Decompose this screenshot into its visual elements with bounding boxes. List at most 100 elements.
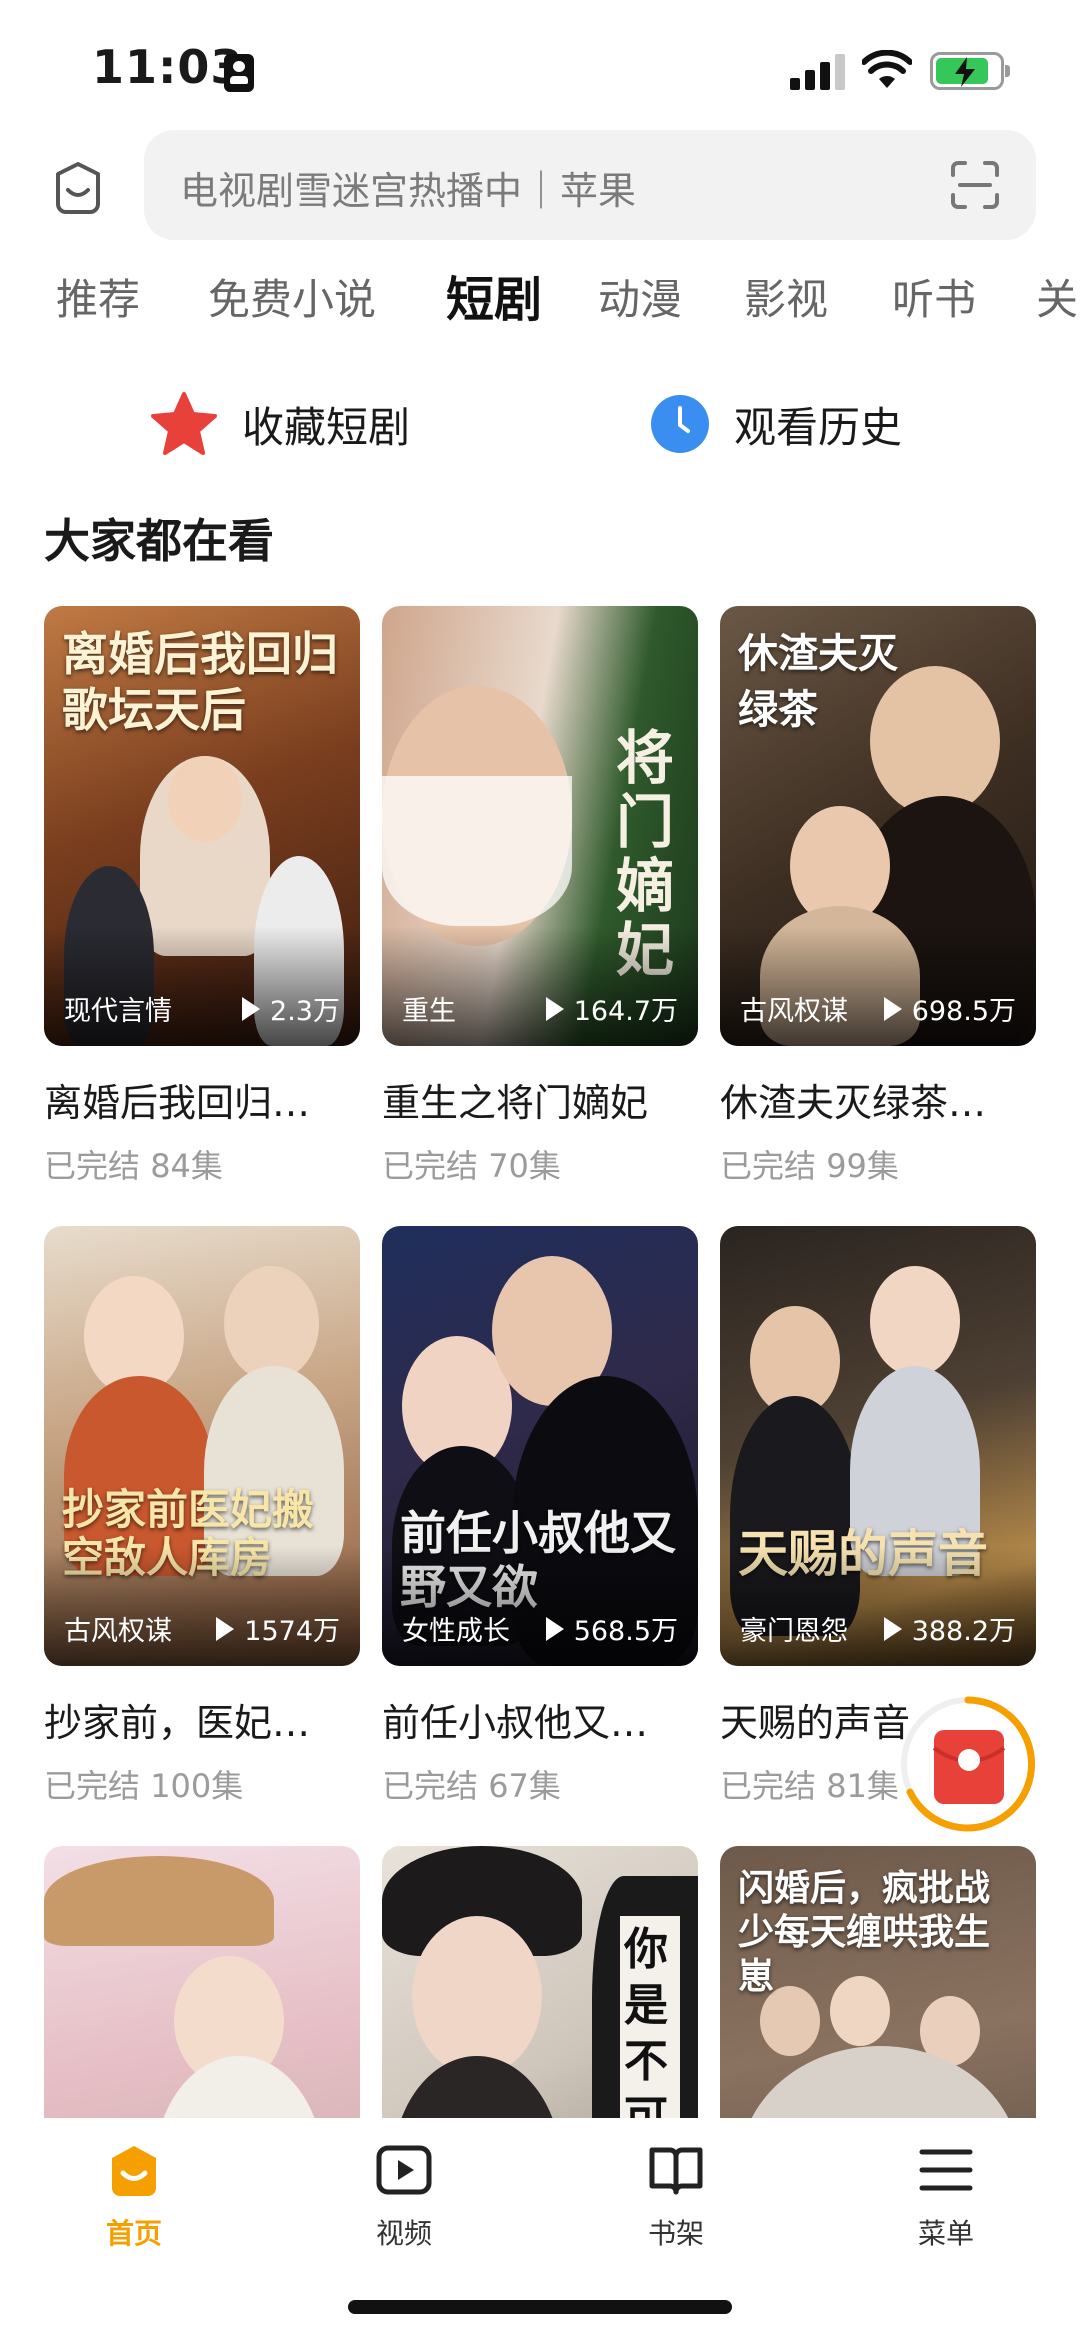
tab-anime[interactable]: 动漫	[598, 266, 682, 327]
search-bar[interactable]: 电视剧雪迷宫热播中｜苹果	[144, 130, 1036, 240]
view-count: 388.2万	[883, 1609, 1016, 1648]
view-count-value: 698.5万	[911, 996, 1016, 1027]
episode-count: 100集	[150, 1767, 244, 1805]
tab-audiobook[interactable]: 听书	[892, 266, 976, 327]
play-icon	[216, 1616, 235, 1641]
menu-icon	[919, 2149, 973, 2191]
scan-icon[interactable]	[950, 160, 1000, 210]
view-count-value: 2.3万	[270, 996, 340, 1027]
tab-recommend[interactable]: 推荐	[56, 266, 140, 327]
episode-count: 99集	[826, 1147, 899, 1185]
drama-status: 已完结	[382, 1767, 479, 1805]
nav-home[interactable]: 首页	[64, 2140, 204, 2252]
play-icon	[883, 996, 902, 1021]
view-count-value: 568.5万	[573, 1616, 678, 1647]
drama-meta: 已完结 67集	[382, 1761, 698, 1807]
drama-title: 抄家前，医妃…	[44, 1701, 311, 1745]
drama-cover[interactable]: 离婚后我回归歌坛天后 现代言情 2.3万	[44, 606, 360, 1046]
drama-cover[interactable]: 天赐的声音 豪门恩怨 388.2万	[720, 1226, 1036, 1666]
nav-home-label: 首页	[105, 2217, 162, 2250]
favorites-shortcut[interactable]: 收藏短剧	[150, 384, 410, 464]
view-count-value: 164.7万	[573, 996, 678, 1027]
episode-count: 81集	[826, 1767, 899, 1805]
history-shortcut[interactable]: 观看历史	[650, 384, 902, 464]
drama-meta: 已完结 100集	[44, 1761, 360, 1807]
play-icon	[545, 1616, 564, 1641]
bookshelf-icon	[649, 2147, 703, 2195]
drama-cover[interactable]: 抄家前医妃搬空敌人库房 古风权谋 1574万	[44, 1226, 360, 1666]
view-count: 568.5万	[545, 1609, 678, 1648]
nav-bookshelf[interactable]: 书架	[606, 2140, 746, 2252]
history-label: 观看历史	[734, 402, 903, 452]
view-count: 698.5万	[883, 989, 1016, 1028]
play-icon	[545, 996, 564, 1021]
favorites-label: 收藏短剧	[242, 402, 411, 452]
genre-tag: 古风权谋	[64, 1616, 172, 1647]
video-icon	[376, 2145, 432, 2195]
drama-cover[interactable]: 将门嫡妃 重生 164.7万	[382, 606, 698, 1046]
drama-title: 离婚后我回归…	[44, 1081, 311, 1125]
view-count: 2.3万	[242, 989, 340, 1028]
drama-card[interactable]: 休渣夫灭绿茶 古风权谋 698.5万 休渣夫灭绿茶… 已完结 99集	[720, 606, 1036, 1187]
view-count: 1574万	[216, 1609, 340, 1648]
nav-menu[interactable]: 菜单	[876, 2140, 1016, 2252]
drama-card[interactable]: 前任小叔他又野又欲 女性成长 568.5万 前任小叔他又… 已完结 67集	[382, 1226, 698, 1807]
tab-free-novels[interactable]: 免费小说	[208, 266, 376, 327]
genre-tag: 豪门恩怨	[740, 1616, 848, 1647]
genre-tag: 现代言情	[64, 996, 172, 1027]
drama-card[interactable]: 抄家前医妃搬空敌人库房 古风权谋 1574万 抄家前，医妃… 已完结 100集	[44, 1226, 360, 1807]
cover-title: 你是不可	[620, 1916, 680, 2152]
drama-meta: 已完结 70集	[382, 1141, 698, 1187]
wifi-icon	[862, 50, 912, 88]
cover-title: 休渣夫灭绿茶	[738, 630, 898, 733]
home-icon	[112, 2146, 156, 2196]
nav-bookshelf-label: 书架	[647, 2217, 704, 2250]
drama-card[interactable]: 离婚后我回归歌坛天后 现代言情 2.3万 离婚后我回归… 已完结 84集	[44, 606, 360, 1187]
star-icon	[151, 392, 217, 455]
category-tabs: 推荐 免费小说 短剧 动漫 影视 听书 关	[0, 258, 1080, 338]
drama-meta: 已完结 84集	[44, 1141, 360, 1187]
battery-icon	[930, 52, 1010, 90]
drama-title: 前任小叔他又…	[382, 1701, 649, 1745]
drama-status: 已完结	[44, 1147, 141, 1185]
cellular-signal-icon	[790, 52, 846, 90]
drama-cover[interactable]: 前任小叔他又野又欲 女性成长 568.5万	[382, 1226, 698, 1666]
drama-meta: 已完结 99集	[720, 1141, 1036, 1187]
tab-film-tv[interactable]: 影视	[744, 266, 828, 327]
episode-count: 67集	[488, 1767, 561, 1805]
cover-title: 闪婚后，疯批战少每天缠哄我生崽	[738, 1867, 991, 1997]
clock-icon	[651, 395, 709, 453]
nav-menu-label: 菜单	[917, 2217, 974, 2250]
play-icon	[242, 996, 261, 1021]
status-bar: 11:03	[0, 0, 1080, 130]
view-count-value: 388.2万	[911, 1616, 1016, 1647]
genre-tag: 古风权谋	[740, 996, 848, 1027]
tab-more[interactable]: 关	[1036, 266, 1078, 327]
app-logo-icon[interactable]	[48, 160, 108, 216]
drama-card[interactable]: 将门嫡妃 重生 164.7万 重生之将门嫡妃 已完结 70集	[382, 606, 698, 1187]
genre-tag: 女性成长	[402, 1616, 510, 1647]
status-time: 11:03	[92, 40, 244, 94]
drama-status: 已完结	[44, 1767, 141, 1805]
drama-title: 重生之将门嫡妃	[382, 1081, 649, 1125]
drama-cover[interactable]: 休渣夫灭绿茶 古风权谋 698.5万	[720, 606, 1036, 1046]
home-indicator[interactable]	[348, 2300, 732, 2314]
drama-title: 休渣夫灭绿茶…	[720, 1081, 987, 1125]
tab-short-drama[interactable]: 短剧	[446, 260, 542, 330]
drama-status: 已完结	[720, 1767, 817, 1805]
app-screen: 11:03 电视剧雪迷宫热播中｜苹果 推荐 免费小说 短剧 动漫 影视 听书 关…	[0, 0, 1080, 2337]
drama-status: 已完结	[720, 1147, 817, 1185]
contact-card-icon	[224, 54, 254, 92]
view-count: 164.7万	[545, 989, 678, 1028]
search-placeholder: 电视剧雪迷宫热播中｜苹果	[180, 169, 637, 213]
view-count-value: 1574万	[244, 1616, 340, 1647]
play-icon	[883, 1616, 902, 1641]
section-title: 大家都在看	[44, 514, 274, 568]
red-packet-icon[interactable]	[898, 1694, 1038, 1834]
cover-title: 离婚后我回归歌坛天后	[62, 627, 338, 737]
nav-video[interactable]: 视频	[334, 2140, 474, 2252]
drama-status: 已完结	[382, 1147, 479, 1185]
episode-count: 84集	[150, 1147, 223, 1185]
genre-tag: 重生	[402, 996, 456, 1027]
nav-video-label: 视频	[375, 2217, 432, 2250]
